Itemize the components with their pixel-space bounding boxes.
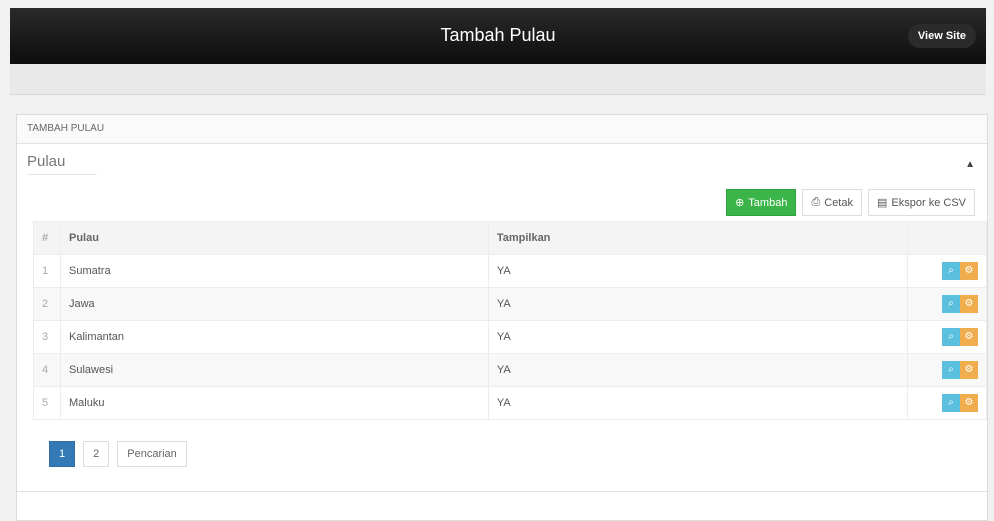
row-pulau: Jawa — [60, 287, 489, 321]
view-icon[interactable]: ⌕ — [942, 361, 960, 379]
column-header-pulau: Pulau — [60, 221, 489, 255]
row-actions: ⌕ ⚙ — [907, 353, 987, 387]
row-actions: ⌕ ⚙ — [907, 287, 987, 321]
row-pulau: Kalimantan — [60, 320, 489, 354]
view-icon[interactable]: ⌕ — [942, 394, 960, 412]
row-tampilkan: YA — [487, 353, 909, 387]
row-tampilkan: YA — [487, 254, 909, 288]
chevron-up-icon[interactable]: ▲ — [965, 159, 975, 170]
tambah-label: Tambah — [748, 196, 788, 209]
row-number: 1 — [33, 254, 61, 288]
gear-icon[interactable]: ⚙ — [960, 328, 978, 346]
row-tampilkan: YA — [487, 287, 909, 321]
sub-toolbar — [10, 64, 986, 95]
column-header-tampilkan: Tampilkan — [487, 221, 909, 255]
row-tampilkan: YA — [487, 386, 909, 420]
gear-icon[interactable]: ⚙ — [960, 295, 978, 313]
gear-icon[interactable]: ⚙ — [960, 361, 978, 379]
row-number: 4 — [33, 353, 61, 387]
table-row: 2 Jawa YA ⌕ ⚙ — [33, 287, 987, 321]
column-header-actions — [907, 221, 987, 255]
top-header-bar: Tambah Pulau View Site — [10, 8, 986, 64]
pulau-table: # Pulau Tampilkan 1 Sumatra YA ⌕ ⚙ 2 Jawa… — [33, 221, 987, 420]
table-row: 4 Sulawesi YA ⌕ ⚙ — [33, 353, 987, 387]
cetak-button[interactable]: ⎙ Cetak — [802, 189, 862, 216]
panel-footer — [17, 491, 987, 520]
tambah-button[interactable]: ⊕ Tambah — [726, 189, 797, 216]
row-pulau: Sumatra — [60, 254, 489, 288]
table-row: 3 Kalimantan YA ⌕ ⚙ — [33, 320, 987, 354]
row-actions: ⌕ ⚙ — [907, 320, 987, 354]
gear-icon[interactable]: ⚙ — [960, 394, 978, 412]
table-row: 1 Sumatra YA ⌕ ⚙ — [33, 254, 987, 288]
page-1-button[interactable]: 1 — [49, 441, 76, 467]
row-tampilkan: YA — [487, 320, 909, 354]
row-number: 3 — [33, 320, 61, 354]
plus-circle-icon: ⊕ — [735, 197, 745, 209]
view-icon[interactable]: ⌕ — [942, 328, 960, 346]
table-header-row: # Pulau Tampilkan — [33, 221, 987, 255]
view-site-button[interactable]: View Site — [907, 24, 976, 48]
page-2-button[interactable]: 2 — [83, 441, 110, 467]
section-title: Pulau — [27, 153, 97, 175]
file-icon: ▤ — [877, 197, 888, 209]
row-pulau: Sulawesi — [60, 353, 489, 387]
gear-icon[interactable]: ⚙ — [960, 262, 978, 280]
column-header-number: # — [33, 221, 61, 255]
export-csv-button[interactable]: ▤ Ekspor ke CSV — [868, 189, 975, 216]
page-title: Tambah Pulau — [440, 25, 556, 45]
row-actions: ⌕ ⚙ — [907, 386, 987, 420]
row-number: 5 — [33, 386, 61, 420]
export-label: Ekspor ke CSV — [891, 196, 966, 209]
row-pulau: Maluku — [60, 386, 489, 420]
content-panel: TAMBAH PULAU Pulau ▲ ⊕ Tambah ⎙ Cetak ▤ … — [16, 114, 988, 521]
print-icon: ⎙ — [811, 196, 821, 208]
row-number: 2 — [33, 287, 61, 321]
panel-header: TAMBAH PULAU — [17, 115, 987, 144]
pagination: 1 2 Pencarian — [49, 441, 187, 467]
view-icon[interactable]: ⌕ — [942, 295, 960, 313]
row-actions: ⌕ ⚙ — [907, 254, 987, 288]
table-row: 5 Maluku YA ⌕ ⚙ — [33, 386, 987, 420]
action-toolbar: ⊕ Tambah ⎙ Cetak ▤ Ekspor ke CSV — [726, 189, 975, 216]
cetak-label: Cetak — [824, 196, 853, 209]
view-icon[interactable]: ⌕ — [942, 262, 960, 280]
search-button[interactable]: Pencarian — [117, 441, 187, 467]
